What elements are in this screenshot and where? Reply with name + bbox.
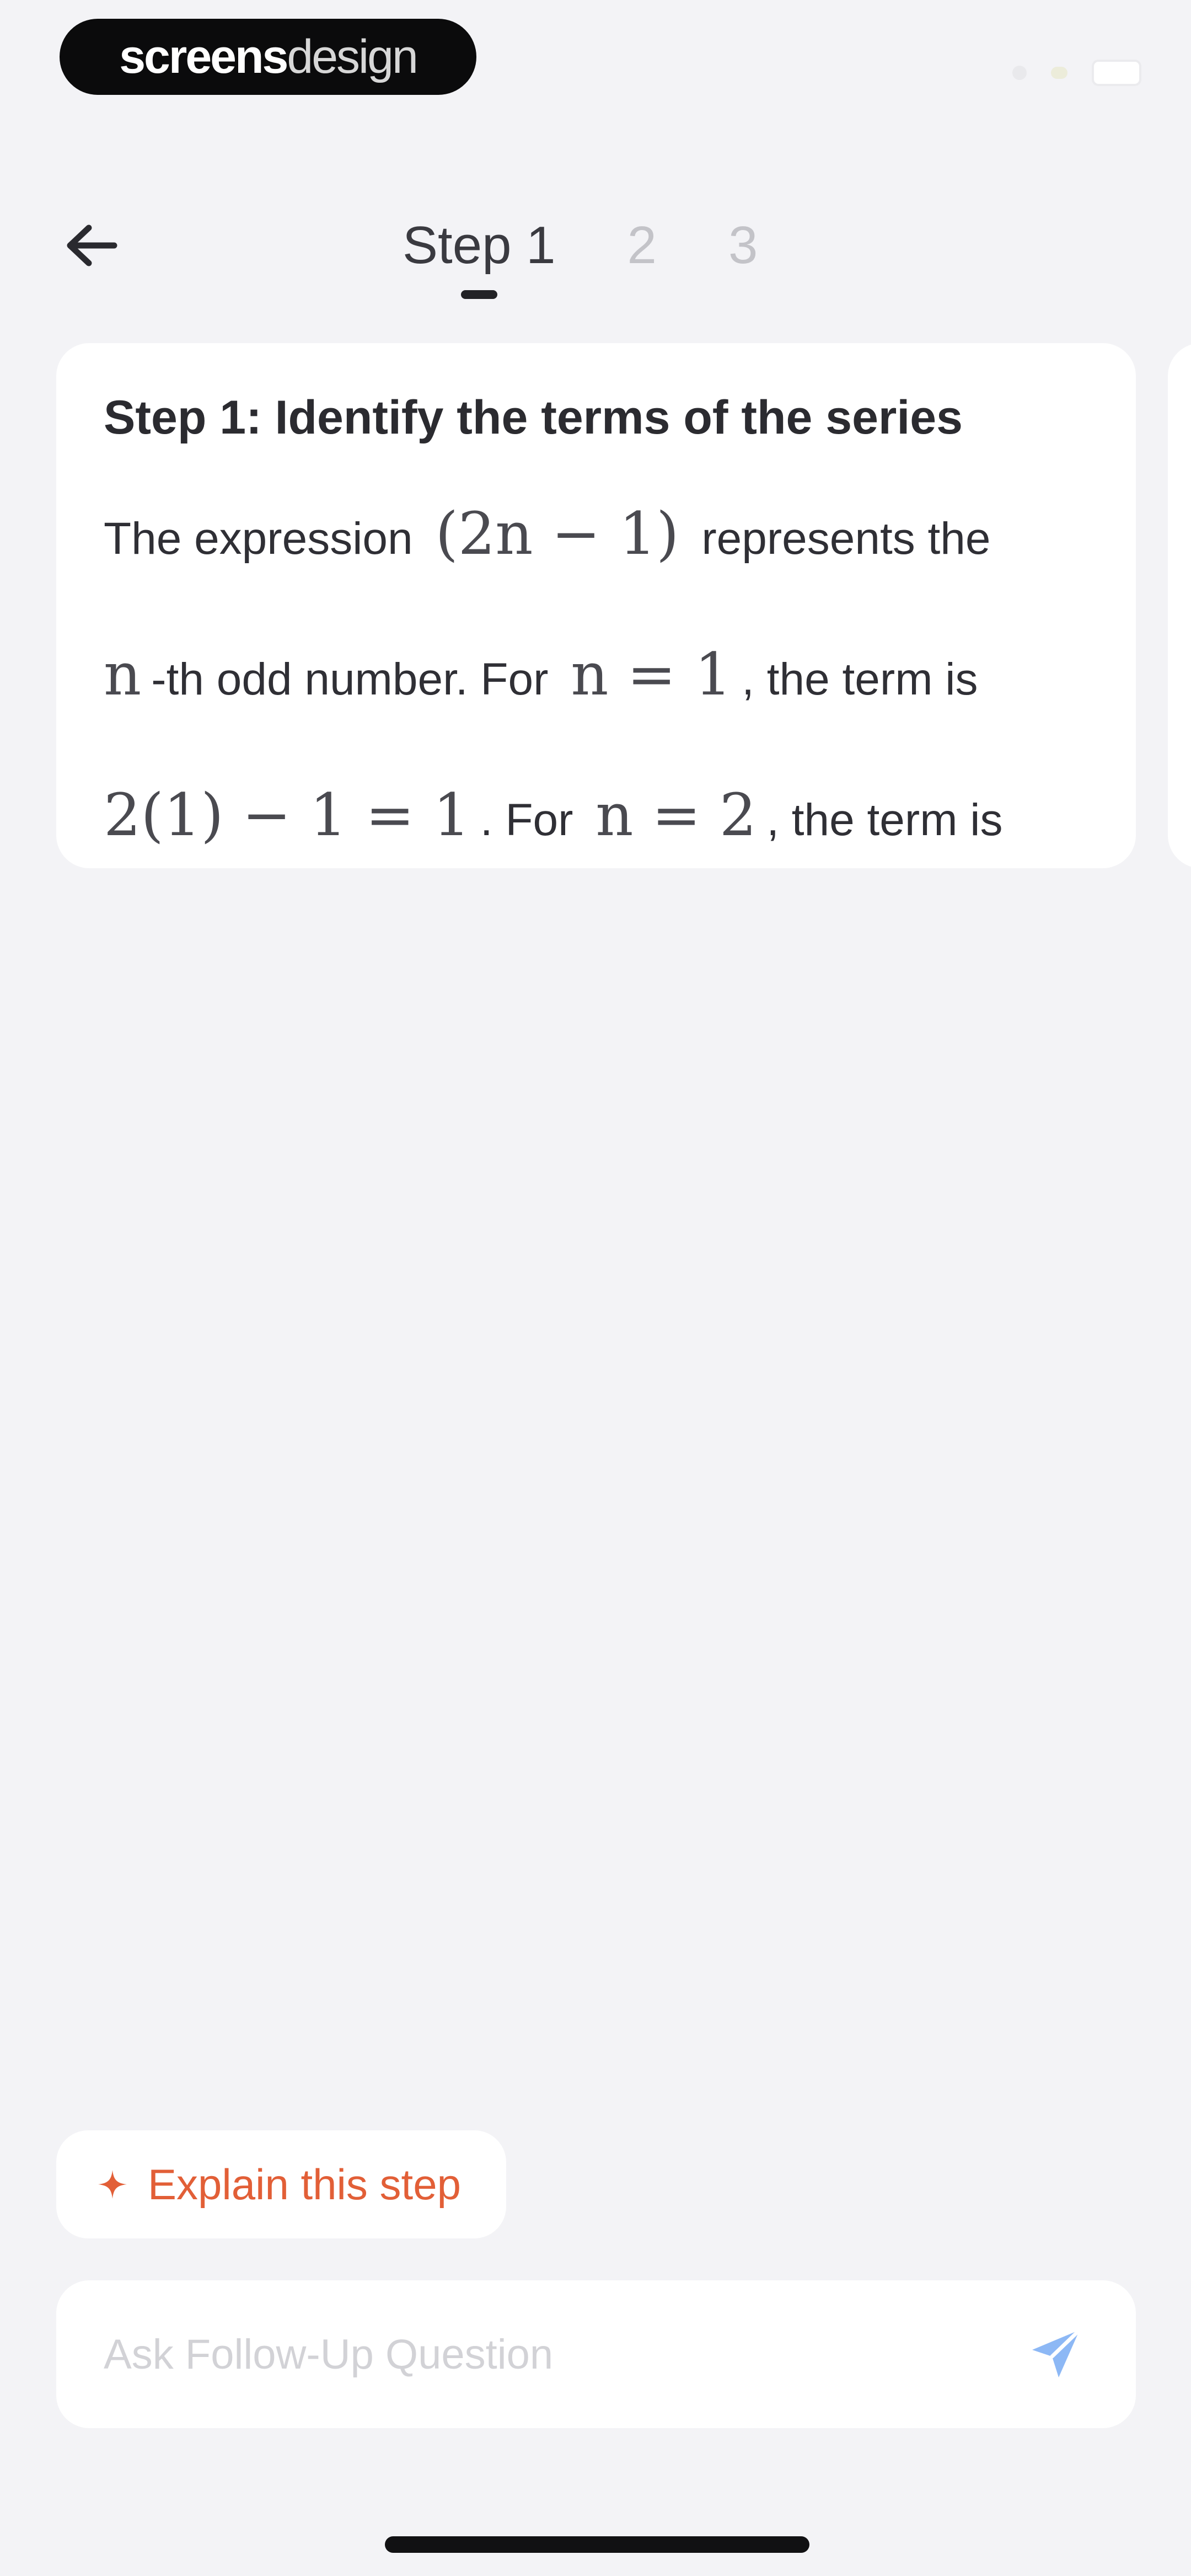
home-indicator[interactable]: [385, 2536, 809, 2553]
tab-step-1[interactable]: Step 1: [403, 210, 556, 299]
status-bar-icons: [1012, 60, 1141, 86]
signal-icon: [1012, 66, 1027, 80]
step-text: -th odd number. For: [151, 654, 549, 704]
tab-step-1-label: Step 1: [403, 216, 556, 275]
send-icon: [1032, 2328, 1082, 2377]
next-step-card-peek[interactable]: [1168, 343, 1191, 868]
math-expression: n = 2: [596, 781, 757, 849]
send-button[interactable]: [1022, 2321, 1088, 2387]
tab-step-3[interactable]: 3: [728, 210, 758, 281]
follow-up-box: [56, 2280, 1136, 2428]
math-expression: n = 1: [571, 640, 732, 708]
arrow-left-icon: [67, 225, 117, 266]
brand-logo-light: design: [287, 30, 418, 83]
step-card: Step 1: Identify the terms of the series…: [56, 343, 1136, 868]
step-text: . For: [480, 795, 573, 845]
step-text: The expression: [104, 514, 413, 564]
active-tab-indicator: [460, 290, 497, 299]
math-expression: 2(1) − 1 = 1: [104, 781, 470, 849]
step-text-line-2: n -th odd number. For n = 1, the term is: [104, 642, 1088, 713]
brand-logo-strong: screens: [119, 30, 288, 83]
follow-up-input[interactable]: [104, 2321, 931, 2387]
back-button[interactable]: [55, 215, 127, 276]
explain-step-label: Explain this step: [148, 2160, 461, 2209]
step-text: represents the: [701, 514, 991, 564]
explain-step-button[interactable]: Explain this step: [56, 2130, 506, 2238]
step-text: , the term is: [766, 795, 1003, 845]
tab-step-2-label: 2: [627, 216, 657, 275]
step-heading: Step 1: Identify the terms of the series: [104, 391, 963, 444]
tab-step-3-label: 3: [728, 216, 758, 275]
tab-step-2[interactable]: 2: [627, 210, 657, 281]
math-expression: n: [104, 640, 142, 708]
step-text: , the term is: [742, 654, 978, 704]
math-expression: (2n − 1): [435, 500, 679, 568]
wifi-icon: [1051, 67, 1067, 79]
brand-logo: screens design: [60, 19, 476, 95]
step-text-line-1: The expression (2n − 1) represents the: [104, 501, 1088, 572]
sparkle-icon: [98, 2170, 127, 2199]
step-tabs: Step 1 2 3: [403, 210, 758, 299]
step-text-line-3: 2(1) − 1 = 1. For n = 2, the term is: [104, 782, 1088, 853]
battery-icon: [1092, 60, 1141, 86]
